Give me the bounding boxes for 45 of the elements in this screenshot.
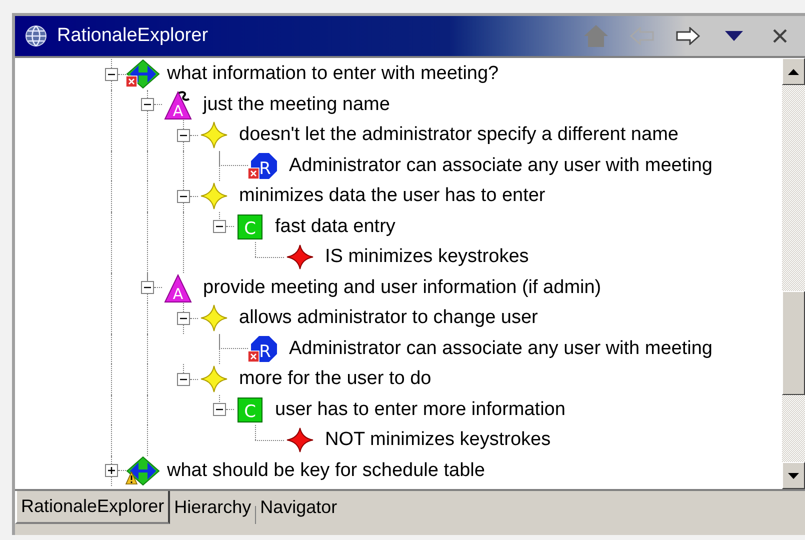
close-icon [772, 28, 788, 44]
tree-item-label[interactable]: what should be key for schedule table [167, 456, 485, 485]
octagon-icon: R [248, 150, 280, 181]
tree-item-label[interactable]: just the meeting name [203, 90, 390, 119]
collapse-toggle[interactable] [177, 190, 190, 203]
plus-icon [107, 466, 116, 476]
collapse-toggle[interactable] [213, 220, 226, 234]
collapse-toggle[interactable] [213, 403, 226, 416]
scroll-down-button[interactable] [782, 462, 805, 489]
octagon-icon: R [248, 334, 280, 364]
collapse-toggle[interactable] [177, 372, 190, 386]
tree-item-label[interactable]: more for the user to do [239, 365, 432, 394]
tree-item-label[interactable]: fast data entry [275, 212, 396, 241]
globe-icon [25, 25, 47, 47]
tree-item-label[interactable]: minimizes data the user has to enter [239, 182, 546, 210]
tab[interactable]: RationaleExplorer [15, 491, 170, 524]
tree-item-label[interactable]: Administrator can associate any user with meeting [289, 152, 712, 180]
tree-item-label[interactable]: doesn't let the administrator specify a different name [239, 121, 678, 150]
tree-item-label[interactable]: what information to enter with meeting? [167, 60, 499, 88]
tree-item-label[interactable]: IS minimizes keystrokes [325, 243, 529, 272]
home-icon [583, 24, 609, 48]
scroll-thumb[interactable] [782, 291, 805, 395]
back-arrow-icon [630, 27, 654, 45]
collapse-toggle[interactable] [177, 312, 190, 325]
scrollbar[interactable] [782, 58, 805, 489]
window-title: RationaleExplorer [57, 24, 210, 48]
tab[interactable]: Navigator [256, 492, 342, 522]
triangle-icon: A [162, 90, 194, 120]
tab[interactable]: Hierarchy [170, 492, 256, 522]
up-arrow-icon [788, 68, 799, 74]
tree-item-label[interactable]: NOT minimizes keystrokes [325, 426, 551, 454]
tree-item-label[interactable]: provide meeting and user information (if admin) [203, 274, 602, 302]
scroll-up-button[interactable] [782, 58, 805, 85]
tree-item-label[interactable]: user has to enter more information [275, 396, 566, 424]
forward-arrow-icon [676, 27, 700, 45]
dropdown-icon [725, 31, 743, 41]
collapse-toggle[interactable] [141, 281, 154, 294]
tree-item-label[interactable]: allows administrator to change user [239, 304, 538, 332]
tree-item-label[interactable]: Administrator can associate any user with meeting [289, 334, 712, 363]
down-arrow-icon [788, 472, 799, 478]
collapse-toggle[interactable] [141, 98, 154, 112]
triangle-icon: A [162, 272, 194, 303]
collapse-toggle[interactable] [105, 68, 118, 81]
collapse-toggle[interactable] [177, 128, 190, 142]
expand-toggle[interactable] [105, 464, 118, 478]
